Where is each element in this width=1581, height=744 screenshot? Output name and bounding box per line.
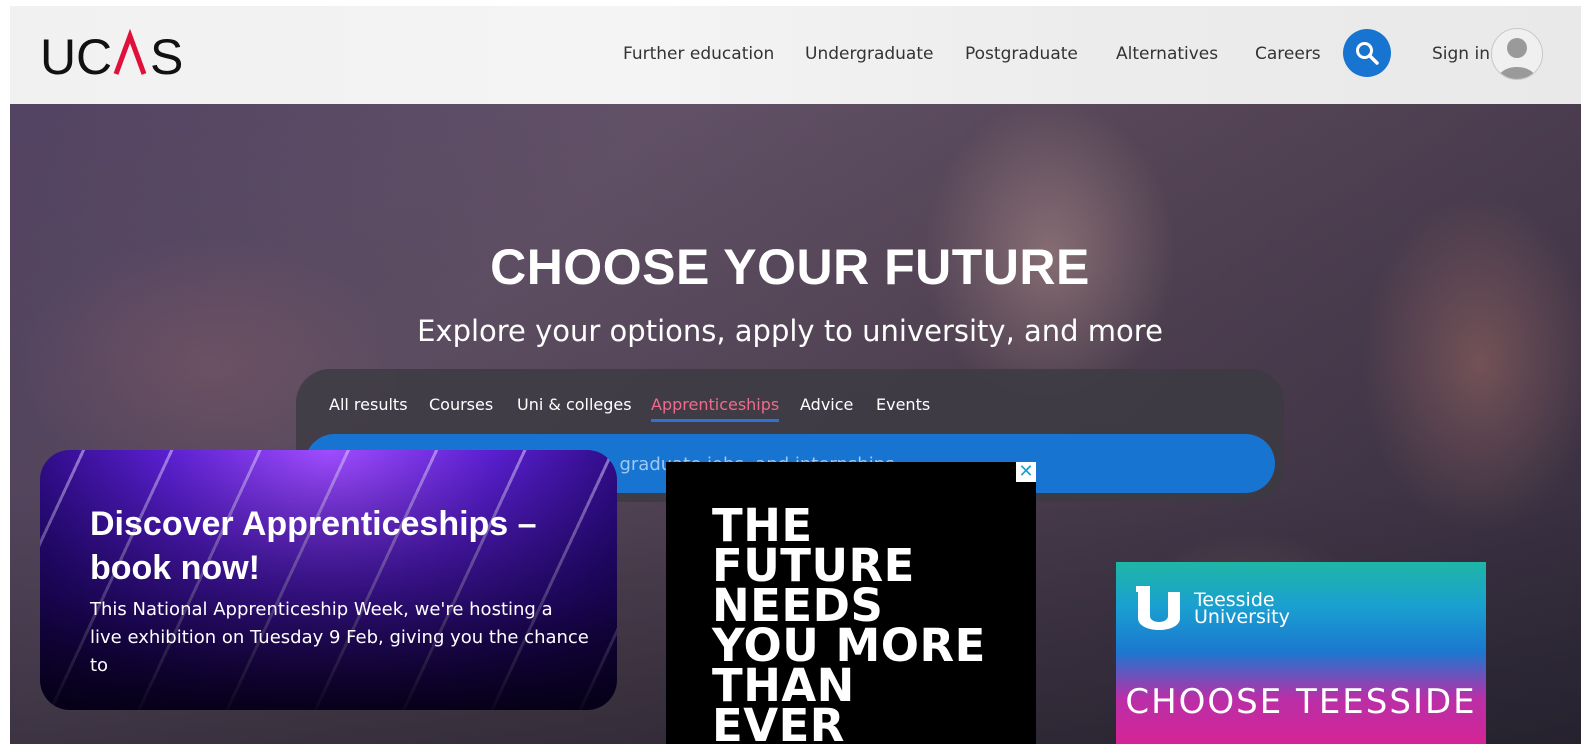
tab-all-results[interactable]: All results	[329, 395, 408, 414]
ucas-logo[interactable]: U C S	[40, 28, 190, 85]
promo-title: Discover Apprenticeships – book now!	[90, 505, 537, 587]
tab-events[interactable]: Events	[876, 395, 930, 414]
user-icon	[1498, 38, 1536, 79]
tab-advice[interactable]: Advice	[800, 395, 853, 414]
tab-uni-colleges[interactable]: Uni & colleges	[517, 395, 632, 414]
nav-postgraduate[interactable]: Postgraduate	[965, 44, 1078, 64]
svg-text:S: S	[150, 29, 183, 80]
header-search-button[interactable]	[1343, 29, 1391, 77]
promo-body: This National Apprenticeship Week, we're…	[90, 599, 589, 676]
advert-future-needs-you[interactable]: ✕ THE FUTURE NEEDS YOU MORE THAN EVER	[666, 462, 1036, 744]
search-icon	[1356, 42, 1379, 65]
page-frame: U C S Further education Undergraduate Po…	[10, 6, 1581, 744]
tab-apprenticeships[interactable]: Apprenticeships	[651, 395, 780, 422]
ucas-logo-mark: U C S	[40, 28, 183, 85]
ad-close-icon[interactable]: ✕	[1016, 462, 1036, 482]
teesside-cta: CHOOSE TEESSIDE	[1125, 682, 1477, 722]
nav-alternatives[interactable]: Alternatives	[1116, 44, 1218, 64]
teesside-name: Teesside University	[1194, 589, 1290, 628]
promo-card[interactable]: Discover Apprenticeships – book now! Thi…	[40, 450, 617, 710]
avatar[interactable]	[1491, 28, 1543, 80]
nav-undergraduate[interactable]: Undergraduate	[805, 44, 933, 64]
site-header: U C S Further education Undergraduate Po…	[10, 6, 1581, 104]
svg-text:U: U	[40, 29, 76, 80]
ad-headline: THE FUTURE NEEDS YOU MORE THAN EVER	[712, 499, 986, 744]
teesside-logo-icon	[1136, 586, 1180, 630]
tab-courses[interactable]: Courses	[429, 395, 493, 414]
hero-title: CHOOSE YOUR FUTURE	[490, 239, 1090, 295]
svg-text:C: C	[76, 29, 112, 80]
nav-further-education[interactable]: Further education	[623, 44, 774, 64]
hero-subtitle: Explore your options, apply to universit…	[417, 314, 1163, 348]
sign-in-link[interactable]: Sign in	[1432, 44, 1490, 64]
advert-teesside[interactable]: Teesside University CHOOSE TEESSIDE	[1116, 562, 1486, 744]
nav-careers[interactable]: Careers	[1255, 44, 1321, 64]
